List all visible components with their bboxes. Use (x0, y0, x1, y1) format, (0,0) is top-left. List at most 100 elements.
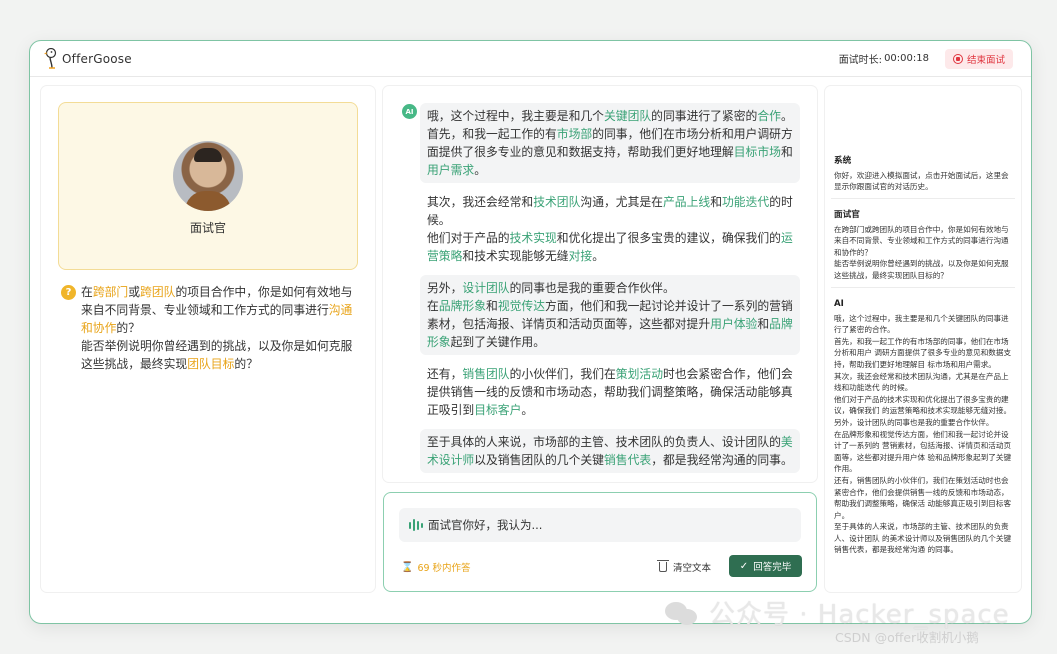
top-bar: OfferGoose 面试时长: 00:00:18 结束面试 (30, 41, 1031, 77)
keyword: 跨团队 (140, 285, 176, 299)
keyword: 跨部门 (92, 285, 129, 299)
text-segment: 首先，和我一起工作的有 (427, 127, 557, 141)
keyword: 关键团队 (603, 109, 652, 123)
history-text: 你好，欢迎进入模拟面试，点击开始面试后，这里会显示你跟面试官的对话历史。 (834, 170, 1009, 192)
history-text: 在跨部门或跨团队的项目合作中，你是如何有效地与来自不同背景、专业领域和工作方式的… (834, 224, 1009, 280)
keyword: 用户体验 (710, 317, 758, 331)
text-segment: 在 (81, 285, 93, 299)
text-segment: 。 (592, 249, 605, 263)
history-title: AI (834, 299, 844, 309)
clear-text-label: 清空文本 (673, 563, 712, 574)
history-title: 面试官 (834, 210, 860, 220)
history-panel[interactable]: 系统 你好，欢迎进入模拟面试，点击开始面试后，这里会显示你跟面试官的对话历史。 … (825, 86, 1021, 592)
check-icon: ✓ (739, 560, 749, 572)
keyword: 目标市场 (733, 145, 781, 159)
stop-icon (952, 53, 963, 64)
interviewer-panel: 面试官 ? 在跨部门或跨团队的项目合作中，你是如何有效地与来自不同背景、专业领域… (41, 86, 375, 592)
keyword: 策划活动 (615, 367, 663, 381)
text-segment: 至于具体的人来说，市场部的主管、技术团队的负责人、设计团队的 (427, 435, 781, 449)
text-segment: 在 (427, 299, 439, 313)
clear-text-button[interactable]: 清空文本 (657, 557, 712, 577)
logo[interactable]: OfferGoose (44, 47, 132, 70)
history-text: 哦，这个过程中，我主要是和几个关键团队的同事进行了紧密的合作。 首先，和我一起工… (834, 313, 1012, 555)
text-segment: 其次，我还会经常和 (427, 195, 534, 209)
answer-paragraph: 还有，销售团队的小伙伴们，我们在策划活动时也会紧密合作，他们会提供销售一线的反馈… (420, 361, 800, 423)
text-segment: 和 (710, 195, 722, 209)
goose-logo-icon (44, 47, 57, 69)
end-interview-label: 结束面试 (966, 54, 1005, 66)
text-segment: 的小伙伴们，我们在 (509, 367, 616, 381)
keyword: 市场部 (556, 127, 593, 141)
answer-paragraph: 其次，我还会经常和技术团队沟通，尤其是在产品上线和功能迭代的时候。 他们对于产品的… (420, 189, 800, 269)
response-panel: 面试官你好，我认为... ⌛ 69 秒内作答 清空文本 ✓ 回答完毕 (383, 492, 817, 592)
keyword: 视觉传达 (497, 299, 546, 313)
hourglass-icon: ⌛ (401, 561, 414, 573)
text-segment: 还有， (427, 367, 463, 381)
keyword: 合作 (757, 109, 781, 123)
answer-paragraph: 至于具体的人来说，市场部的主管、技术团队的负责人、设计团队的美术设计师以及销售团… (420, 429, 800, 473)
keyword: 品牌形象 (438, 299, 487, 313)
answer-paragraph: 另外，设计团队的同事也是我的重要合作伙伴。 在品牌形象和视觉传达方面，他们和我一起… (420, 275, 800, 355)
text-segment: 的？ (234, 357, 258, 371)
response-text: 面试官你好，我认为... (428, 518, 543, 532)
keyword: 销售代表 (603, 453, 652, 467)
history-entry-ai: AI 哦，这个过程中，我主要是和几个关键团队的同事进行了紧密的合作。 首先，和我… (834, 299, 1014, 556)
history-entry-system: 系统 你好，欢迎进入模拟面试，点击开始面试后，这里会显示你跟面试官的对话历史。 (834, 156, 1014, 193)
done-answer-button[interactable]: ✓ 回答完毕 (729, 555, 802, 577)
text-segment: ，都是我经常沟通的同事。 (651, 453, 793, 467)
response-input[interactable]: 面试官你好，我认为... (399, 508, 801, 542)
text-segment: 以及销售团队的几个关键 (474, 453, 604, 467)
done-answer-label: 回答完毕 (753, 562, 792, 573)
text-segment: 和 (486, 299, 498, 313)
text-segment: 的？ (116, 321, 141, 335)
keyword: 设计团队 (462, 281, 510, 295)
watermark-credit: CSDN @offer收割机小鹅 (835, 630, 979, 645)
question: ? 在跨部门或跨团队的项目合作中，你是如何有效地与来自不同背景、专业领域和工作方… (61, 283, 361, 373)
text-segment: 的同事进行了紧密的 (651, 109, 758, 123)
keyword: 用户需求 (427, 163, 475, 177)
history-title: 系统 (834, 156, 852, 166)
keyword: 功能迭代 (722, 195, 770, 209)
interviewer-name: 面试官 (189, 221, 226, 235)
voice-wave-icon (409, 519, 423, 531)
text-segment: 和 (757, 317, 770, 331)
interviewer-card: 面试官 (58, 102, 358, 270)
text-segment: 。 (521, 403, 534, 417)
end-interview-button[interactable]: 结束面试 (944, 48, 1013, 69)
watermark: 公众号 · Hacker_space (665, 594, 1010, 631)
keyword: 技术团队 (533, 195, 581, 209)
answer-paragraph: 哦，这个过程中，我主要是和几个关键团队的同事进行了紧密的合作。 首先，和我一起工作… (420, 103, 800, 183)
answer-panel[interactable]: AI 哦，这个过程中，我主要是和几个关键团队的同事进行了紧密的合作。 首先，和我一… (383, 86, 817, 482)
text-segment: 和优化提出了很多宝贵的建议，确保我们的 (556, 231, 781, 245)
wechat-icon (665, 600, 699, 626)
ai-badge-icon: AI (402, 104, 417, 119)
text-segment: 或 (128, 285, 141, 299)
countdown-text: 69 秒内作答 (417, 563, 471, 574)
keyword: 目标客户 (474, 403, 522, 417)
keyword: 技术实现 (509, 231, 557, 245)
timer-value: 00:00:18 (884, 53, 929, 64)
timer-label: 面试时长: (838, 55, 883, 66)
text-segment: 起到了关键作用。 (450, 335, 545, 349)
text-segment: 另外， (427, 281, 463, 295)
keyword: 销售团队 (462, 367, 510, 381)
watermark-text: 公众号 · Hacker_space (709, 600, 1010, 630)
history-entry-interviewer: 面试官 在跨部门或跨团队的项目合作中，你是如何有效地与来自不同背景、专业领域和工… (834, 210, 1014, 282)
text-segment: 沟通，尤其是在 (580, 195, 663, 209)
text-segment: 和技术实现能够无缝 (462, 249, 569, 263)
interviewer-avatar (173, 141, 243, 211)
app-window: OfferGoose 面试时长: 00:00:18 结束面试 面试官 ? 在跨部… (29, 40, 1032, 624)
trash-icon (657, 560, 669, 572)
text-segment: 。 (474, 163, 487, 177)
text-segment: 哦，这个过程中，我主要是和几个 (427, 109, 604, 123)
ai-answer: 哦，这个过程中，我主要是和几个关键团队的同事进行了紧密的合作。 首先，和我一起工作… (420, 103, 800, 479)
question-text: 在跨部门或跨团队的项目合作中，你是如何有效地与来自不同背景、专业领域和工作方式的… (81, 283, 361, 373)
countdown: ⌛ 69 秒内作答 (401, 560, 471, 575)
app-name: OfferGoose (62, 51, 132, 66)
text-segment: 的同事也是我的重要合作伙伴。 (509, 281, 675, 295)
keyword: 团队目标 (187, 357, 235, 371)
keyword: 产品上线 (662, 195, 711, 209)
question-icon: ? (61, 285, 76, 300)
text-segment: 他们对于产品的 (427, 231, 510, 245)
keyword: 对接 (568, 249, 593, 263)
